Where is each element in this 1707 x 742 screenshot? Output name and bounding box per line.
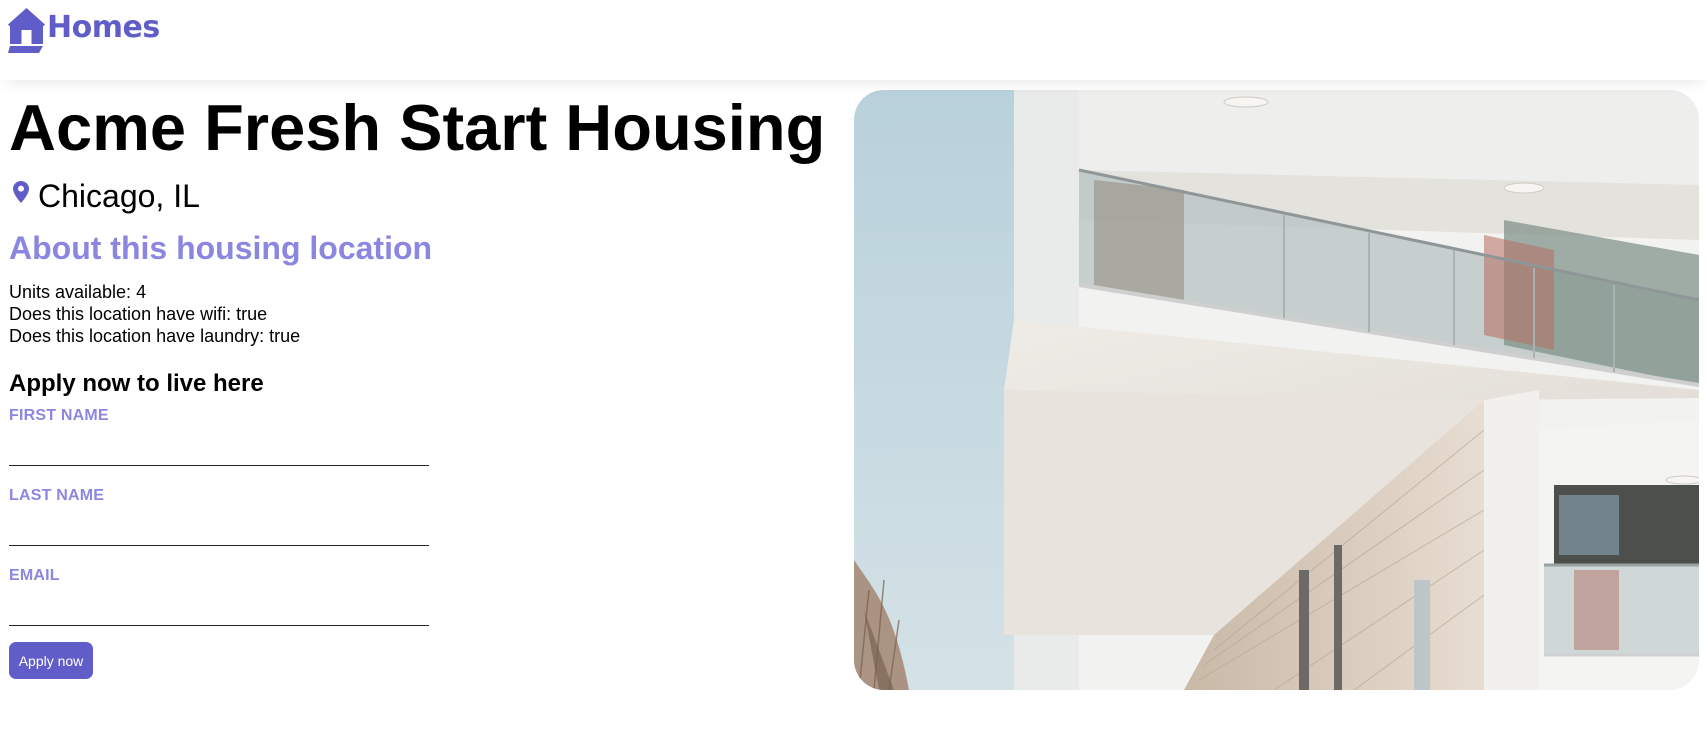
- building-photo-image: [854, 90, 1699, 690]
- listing-photo: [854, 90, 1699, 690]
- feature-wifi: Does this location have wifi: true: [9, 304, 268, 324]
- apply-now-button[interactable]: Apply now: [9, 642, 93, 679]
- first-name-label: FIRST NAME: [9, 407, 109, 424]
- map-pin-icon: [13, 181, 29, 203]
- listing-location: Chicago, IL: [9, 176, 839, 216]
- about-heading: About this housing location: [9, 230, 433, 266]
- brand-home-link[interactable]: Homes: [8, 8, 160, 53]
- features-list: Units available: 4 Does this location ha…: [9, 281, 839, 347]
- email-input[interactable]: [9, 590, 429, 626]
- first-name-input[interactable]: [9, 430, 429, 466]
- feature-laundry: Does this location have laundry: true: [9, 326, 301, 346]
- last-name-label: LAST NAME: [9, 487, 105, 504]
- apply-form: FIRST NAME LAST NAME EMAIL Apply now: [9, 406, 429, 679]
- email-label: EMAIL: [9, 567, 60, 584]
- listing-details: Acme Fresh Start Housing Chicago, IL Abo…: [9, 92, 839, 679]
- top-navigation-bar: Homes: [0, 0, 1707, 80]
- listing-heading: Acme Fresh Start Housing: [9, 91, 826, 164]
- feature-units-available: Units available: 4: [9, 282, 147, 302]
- brand-name: Homes: [47, 10, 160, 45]
- apply-heading: Apply now to live here: [9, 370, 264, 397]
- last-name-input[interactable]: [9, 510, 429, 546]
- location-text: Chicago, IL: [38, 177, 200, 214]
- house-icon: [8, 8, 45, 53]
